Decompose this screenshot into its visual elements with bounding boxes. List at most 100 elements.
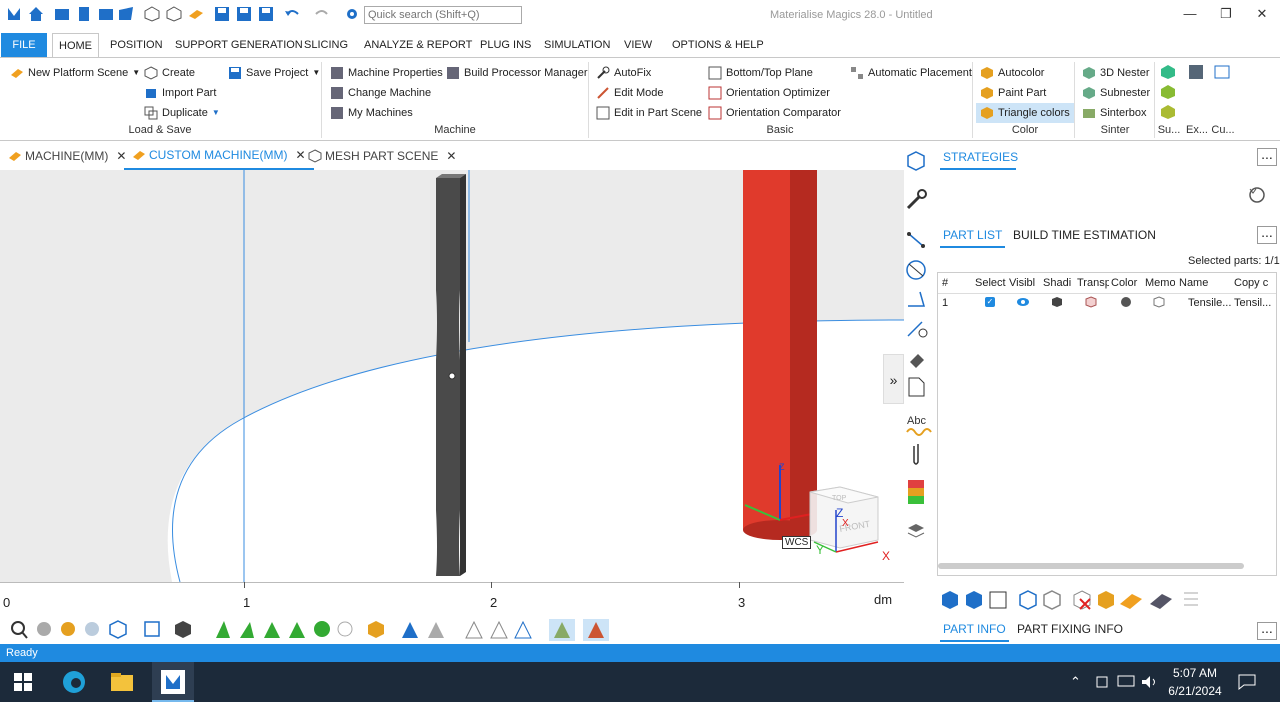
magics-taskbar-button[interactable] bbox=[152, 662, 194, 702]
pivot-marker[interactable] bbox=[448, 372, 456, 380]
shading-cube-icon[interactable] bbox=[1051, 296, 1063, 308]
taskbar-time[interactable]: 5:07 AM bbox=[1160, 666, 1230, 680]
memo-icon[interactable] bbox=[1153, 296, 1165, 308]
list-view-icon[interactable] bbox=[1184, 592, 1198, 606]
magics-logo-icon[interactable] bbox=[6, 6, 22, 22]
column-header[interactable]: # bbox=[942, 277, 948, 289]
undo-icon[interactable] bbox=[284, 6, 300, 22]
mesh-icon[interactable] bbox=[337, 621, 353, 637]
orientation-comparator-button[interactable]: Orientation Comparator bbox=[708, 104, 841, 122]
autofix-button[interactable]: AutoFix bbox=[596, 64, 651, 82]
save-icon[interactable] bbox=[214, 6, 230, 22]
tab-part-list[interactable]: PART LIST bbox=[940, 222, 1006, 248]
table-row[interactable]: 1 ✓ Tensile... Tensil... bbox=[938, 295, 1276, 311]
device-icon[interactable] bbox=[1095, 675, 1109, 689]
triangle-icon[interactable] bbox=[428, 622, 444, 638]
triangle-icon[interactable] bbox=[402, 622, 418, 638]
triangle-icon[interactable] bbox=[216, 621, 230, 638]
triangle-icon[interactable] bbox=[264, 622, 280, 638]
3d-nester-button[interactable]: 3D Nester bbox=[1082, 64, 1150, 82]
column-header[interactable]: Transp bbox=[1077, 277, 1109, 289]
tab-support-generation[interactable]: SUPPORT GENERATION bbox=[169, 33, 309, 57]
select-all-icon[interactable] bbox=[966, 591, 982, 609]
column-header[interactable]: Select bbox=[975, 277, 1007, 289]
triangle-icon[interactable] bbox=[465, 620, 483, 639]
show-hidden-icons[interactable]: ⌃ bbox=[1070, 674, 1081, 690]
platform-icon[interactable] bbox=[1120, 594, 1142, 609]
file-explorer-icon[interactable] bbox=[110, 670, 134, 694]
tab-file[interactable]: FILE bbox=[1, 33, 47, 57]
sinterbox-button[interactable]: Sinterbox bbox=[1082, 104, 1146, 122]
notification-icon[interactable] bbox=[1238, 674, 1256, 690]
tab-view[interactable]: VIEW bbox=[618, 33, 658, 57]
select-checkbox[interactable]: ✓ bbox=[985, 297, 995, 307]
part-cube-icon[interactable] bbox=[1043, 590, 1061, 610]
tab-analyze-report[interactable]: ANALYZE & REPORT bbox=[358, 33, 478, 57]
visible-eye-icon[interactable] bbox=[1016, 296, 1030, 308]
platform-icon[interactable] bbox=[188, 6, 204, 22]
color-swatch-icon[interactable] bbox=[1120, 296, 1132, 308]
mesh-icon[interactable] bbox=[314, 621, 330, 637]
measure-info-icon[interactable] bbox=[907, 321, 928, 338]
more-options-button[interactable]: ... bbox=[1257, 225, 1277, 244]
layers-icon[interactable] bbox=[907, 524, 925, 538]
support-icon[interactable] bbox=[1160, 64, 1176, 80]
tab-options-help[interactable]: OPTIONS & HELP bbox=[666, 33, 770, 57]
doc-tab-custom-machine[interactable]: CUSTOM MACHINE(MM) ✕ bbox=[124, 142, 314, 170]
part-list-icon[interactable] bbox=[907, 151, 925, 171]
column-header[interactable]: Color bbox=[1111, 277, 1143, 289]
support-icon[interactable] bbox=[1160, 104, 1176, 120]
column-header[interactable]: Visibl bbox=[1009, 277, 1039, 289]
change-machine-button[interactable]: Change Machine bbox=[330, 84, 431, 102]
tab-slicing[interactable]: SLICING bbox=[298, 33, 354, 57]
zoom-part-icon[interactable] bbox=[61, 622, 75, 636]
view-cube-icon[interactable] bbox=[109, 620, 127, 639]
paint-part-button[interactable]: Paint Part bbox=[980, 84, 1046, 102]
tab-simulation[interactable]: SIMULATION bbox=[538, 33, 616, 57]
export-icon[interactable] bbox=[1188, 64, 1204, 80]
machine-properties-button[interactable]: Machine Properties bbox=[330, 64, 443, 82]
remove-part-icon[interactable] bbox=[1073, 590, 1091, 610]
support-icon[interactable] bbox=[1160, 84, 1176, 100]
zoom-icon[interactable] bbox=[11, 621, 28, 639]
horizontal-scrollbar[interactable] bbox=[938, 563, 1244, 569]
hammer-icon[interactable] bbox=[910, 354, 924, 368]
machine-platform-icon[interactable] bbox=[1150, 594, 1172, 609]
triangle-colors-button[interactable]: Triangle colors bbox=[976, 103, 1074, 123]
edge-browser-icon[interactable] bbox=[62, 670, 86, 694]
open-project-icon[interactable] bbox=[118, 6, 134, 22]
transparency-cube-icon[interactable] bbox=[1085, 296, 1097, 308]
close-tab-icon[interactable]: ✕ bbox=[446, 142, 456, 170]
wave-icon[interactable] bbox=[906, 428, 932, 436]
save-as-icon[interactable] bbox=[236, 6, 252, 22]
minimize-button[interactable]: — bbox=[1180, 4, 1200, 24]
column-header[interactable]: Name bbox=[1179, 277, 1229, 289]
invert-selection-icon[interactable] bbox=[989, 591, 1007, 609]
taskbar-date[interactable]: 6/21/2024 bbox=[1160, 684, 1230, 698]
part-cube-icon[interactable] bbox=[1019, 590, 1037, 610]
tab-strategies[interactable]: STRATEGIES bbox=[940, 144, 1018, 170]
text-annotation-icon[interactable]: Abc bbox=[907, 415, 926, 427]
my-machines-button[interactable]: My Machines bbox=[330, 104, 413, 122]
edit-in-part-scene-button[interactable]: Edit in Part Scene bbox=[596, 104, 702, 122]
restore-button[interactable]: ❐ bbox=[1216, 4, 1236, 24]
triangle-icon[interactable] bbox=[514, 620, 532, 639]
tab-part-info[interactable]: PART INFO bbox=[940, 616, 1009, 642]
color-part-icon[interactable] bbox=[1098, 591, 1114, 609]
close-tab-icon[interactable]: ✕ bbox=[295, 141, 305, 169]
new-platform-scene-button[interactable]: New Platform Scene ▼ bbox=[10, 64, 140, 82]
redo-icon[interactable] bbox=[314, 6, 330, 22]
column-header[interactable]: Copy c bbox=[1234, 277, 1274, 289]
edit-mode-button[interactable]: Edit Mode bbox=[596, 84, 664, 102]
close-button[interactable]: ✕ bbox=[1252, 4, 1272, 24]
home-icon[interactable] bbox=[28, 6, 44, 22]
color-cube-icon[interactable] bbox=[368, 621, 384, 638]
zoom-selection-icon[interactable] bbox=[85, 622, 99, 636]
orientation-optimizer-button[interactable]: Orientation Optimizer bbox=[708, 84, 830, 102]
part-cube-icon[interactable] bbox=[942, 591, 958, 609]
tab-build-time-estimation[interactable]: BUILD TIME ESTIMATION bbox=[1013, 222, 1156, 248]
column-header[interactable]: Shadi bbox=[1043, 277, 1075, 289]
expand-panel-button[interactable]: » bbox=[883, 354, 904, 404]
automatic-placement-button[interactable]: Automatic Placement bbox=[850, 64, 972, 82]
doc-tab-mesh-part-scene[interactable]: MESH PART SCENE ✕ bbox=[308, 142, 456, 170]
